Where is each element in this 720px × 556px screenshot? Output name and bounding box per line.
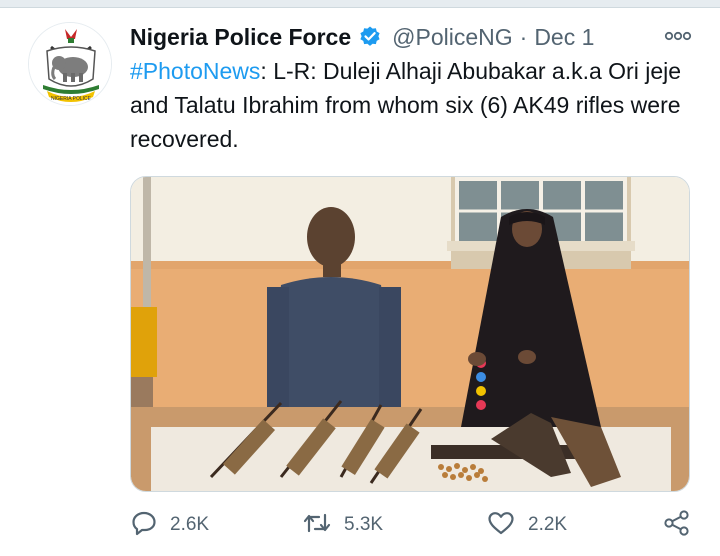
author-name[interactable]: Nigeria Police Force xyxy=(130,24,351,51)
tweet-date[interactable]: Dec 1 xyxy=(534,24,594,51)
top-divider xyxy=(0,0,720,8)
retweet-count: 5.3K xyxy=(344,514,384,535)
more-options-icon[interactable] xyxy=(664,26,692,46)
reply-count: 2.6K xyxy=(170,514,210,535)
like-button[interactable]: 2.2K xyxy=(486,505,567,545)
tweet-header: Nigeria Police Force @PoliceNG · Dec 1 xyxy=(130,20,700,54)
photo-illustration xyxy=(131,177,689,491)
avatar[interactable]: NIGERIA POLICE xyxy=(28,22,112,106)
share-button[interactable] xyxy=(662,505,692,545)
reply-icon xyxy=(130,509,158,542)
share-icon xyxy=(662,509,692,542)
reply-button[interactable]: 2.6K xyxy=(130,505,209,545)
tweet-photo[interactable] xyxy=(130,176,690,492)
separator-dot: · xyxy=(519,23,528,50)
svg-text:NIGERIA POLICE: NIGERIA POLICE xyxy=(51,96,92,102)
retweet-icon xyxy=(302,509,332,542)
retweet-button[interactable]: 5.3K xyxy=(302,505,383,545)
like-count: 2.2K xyxy=(528,514,568,535)
hashtag-link[interactable]: #PhotoNews xyxy=(130,58,260,84)
police-crest-logo: NIGERIA POLICE xyxy=(29,23,111,105)
tweet-actions: 2.6K 5.3K 2.2K xyxy=(130,505,696,545)
heart-icon xyxy=(486,509,516,542)
tweet-text: #PhotoNews: L-R: Duleji Alhaji Abubakar … xyxy=(130,54,700,156)
verified-badge-icon xyxy=(358,25,382,49)
author-handle[interactable]: @PoliceNG xyxy=(392,24,513,51)
